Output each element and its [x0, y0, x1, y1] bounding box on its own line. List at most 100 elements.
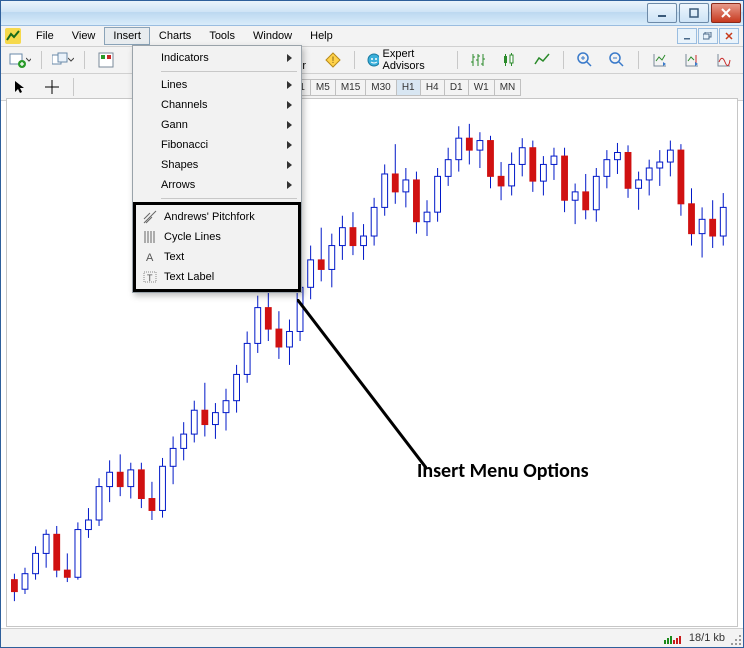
timeframe-w1[interactable]: W1: [469, 80, 495, 95]
chevron-right-icon: [287, 54, 293, 62]
menu-file[interactable]: File: [27, 27, 63, 45]
meta-editor-button[interactable]: !: [318, 49, 348, 71]
line-chart-icon: [534, 52, 550, 68]
menu-view[interactable]: View: [63, 27, 105, 45]
insert-menu-fibonacci[interactable]: Fibonacci: [135, 135, 299, 155]
chevron-down-icon: [68, 57, 74, 63]
menu-item-label: Arrows: [161, 179, 195, 191]
menu-tools[interactable]: Tools: [200, 27, 244, 45]
insert-menu-cycle-lines[interactable]: Cycle Lines: [138, 227, 296, 247]
diamond-icon: !: [325, 52, 341, 68]
minimize-icon: [657, 8, 667, 18]
chevron-down-icon: [26, 57, 32, 63]
timeframe-h1[interactable]: H1: [397, 80, 421, 95]
menu-item-label: Lines: [161, 79, 187, 91]
timeframe-d1[interactable]: D1: [445, 80, 469, 95]
profiles-icon: [52, 52, 69, 68]
resize-grip[interactable]: [729, 633, 741, 645]
toolbar-main: w Order ! Expert Advisors: [1, 47, 743, 74]
insert-menu-andrews-pitchfork[interactable]: Andrews' Pitchfork: [138, 207, 296, 227]
menu-item-label: Andrews' Pitchfork: [164, 211, 255, 223]
candle-chart-button[interactable]: [495, 49, 525, 71]
text-label-icon: T: [142, 269, 158, 285]
market-watch-button[interactable]: [91, 49, 121, 71]
timeframe-mn[interactable]: MN: [495, 80, 521, 95]
timeframe-m5[interactable]: M5: [311, 80, 336, 95]
menu-item-label: Fibonacci: [161, 139, 208, 151]
chart-shift-button[interactable]: [677, 49, 707, 71]
toolbar-objects: M1M5M15M30H1H4D1W1MN: [1, 74, 743, 101]
chart-shift-icon: [684, 52, 700, 68]
insert-menu-shapes[interactable]: Shapes: [135, 155, 299, 175]
menu-item-label: Text Label: [164, 271, 214, 283]
insert-menu-lines[interactable]: Lines: [135, 75, 299, 95]
menubar: FileViewInsertChartsToolsWindowHelp: [1, 26, 743, 47]
timeframe-m30[interactable]: M30: [366, 80, 396, 95]
connection-bars-icon: [664, 632, 681, 644]
chevron-right-icon: [287, 81, 293, 89]
menu-window[interactable]: Window: [244, 27, 301, 45]
cursor-button[interactable]: [5, 76, 35, 98]
insert-menu-text[interactable]: A Text: [138, 247, 296, 267]
callout-line: [297, 299, 427, 469]
chart-area[interactable]: Insert Menu Options: [6, 98, 738, 627]
status-kb: 18/1 kb: [689, 632, 725, 644]
line-chart-button[interactable]: [527, 49, 557, 71]
cursor-icon: [13, 80, 27, 94]
close-icon: [725, 32, 733, 40]
timeframe-h4[interactable]: H4: [421, 80, 445, 95]
mdi-close-button[interactable]: [719, 28, 739, 44]
mdi-restore-button[interactable]: [698, 28, 718, 44]
close-icon: [721, 8, 731, 18]
app-window: FileViewInsertChartsToolsWindowHelp w Or…: [0, 0, 744, 648]
insert-menu-text-label[interactable]: T Text Label: [138, 267, 296, 287]
maximize-button[interactable]: [679, 3, 709, 23]
expert-advisors-button[interactable]: Expert Advisors: [361, 49, 451, 71]
close-button[interactable]: [711, 3, 741, 23]
profiles-button[interactable]: [48, 49, 78, 71]
indicators-button[interactable]: [709, 49, 739, 71]
bar-chart-icon: [470, 52, 486, 68]
insert-menu-channels[interactable]: Channels: [135, 95, 299, 115]
mdi-minimize-button[interactable]: [677, 28, 697, 44]
minimize-button[interactable]: [647, 3, 677, 23]
svg-text:!: !: [332, 55, 335, 65]
zoom-out-icon: [609, 52, 625, 68]
menu-item-label: Cycle Lines: [164, 231, 221, 243]
new-chart-icon: [9, 52, 26, 68]
timeframe-m15[interactable]: M15: [336, 80, 366, 95]
menu-item-label: Text: [164, 251, 184, 263]
pitchfork-icon: [142, 209, 158, 225]
crosshair-icon: [45, 80, 59, 94]
menu-charts[interactable]: Charts: [150, 27, 200, 45]
chevron-right-icon: [287, 141, 293, 149]
zoom-out-button[interactable]: [602, 49, 632, 71]
new-chart-button[interactable]: [5, 49, 35, 71]
expert-advisors-icon: [366, 52, 379, 68]
chevron-right-icon: [287, 121, 293, 129]
zoom-in-button[interactable]: [570, 49, 600, 71]
menu-item-label: Channels: [161, 99, 207, 111]
text-icon: A: [142, 249, 158, 265]
crosshair-button[interactable]: [37, 76, 67, 98]
menu-help[interactable]: Help: [301, 27, 342, 45]
expert-advisors-label: Expert Advisors: [383, 48, 444, 72]
chevron-right-icon: [287, 101, 293, 109]
insert-menu-indicators[interactable]: Indicators: [135, 48, 299, 68]
highlighted-group: Andrews' Pitchfork Cycle Lines A Text T Text …: [133, 202, 301, 292]
market-watch-icon: [98, 52, 114, 68]
menu-item-label: Indicators: [161, 52, 209, 64]
auto-scroll-icon: [652, 52, 668, 68]
insert-menu-gann[interactable]: Gann: [135, 115, 299, 135]
maximize-icon: [689, 8, 699, 18]
bar-chart-button[interactable]: [463, 49, 493, 71]
titlebar: [1, 1, 743, 26]
svg-text:T: T: [147, 273, 153, 283]
svg-text:A: A: [146, 252, 154, 264]
minimize-icon: [683, 32, 691, 40]
auto-scroll-button[interactable]: [645, 49, 675, 71]
insert-menu-arrows[interactable]: Arrows: [135, 175, 299, 195]
menu-insert[interactable]: Insert: [104, 27, 150, 45]
menu-item-label: Gann: [161, 119, 188, 131]
restore-icon: [703, 32, 713, 40]
